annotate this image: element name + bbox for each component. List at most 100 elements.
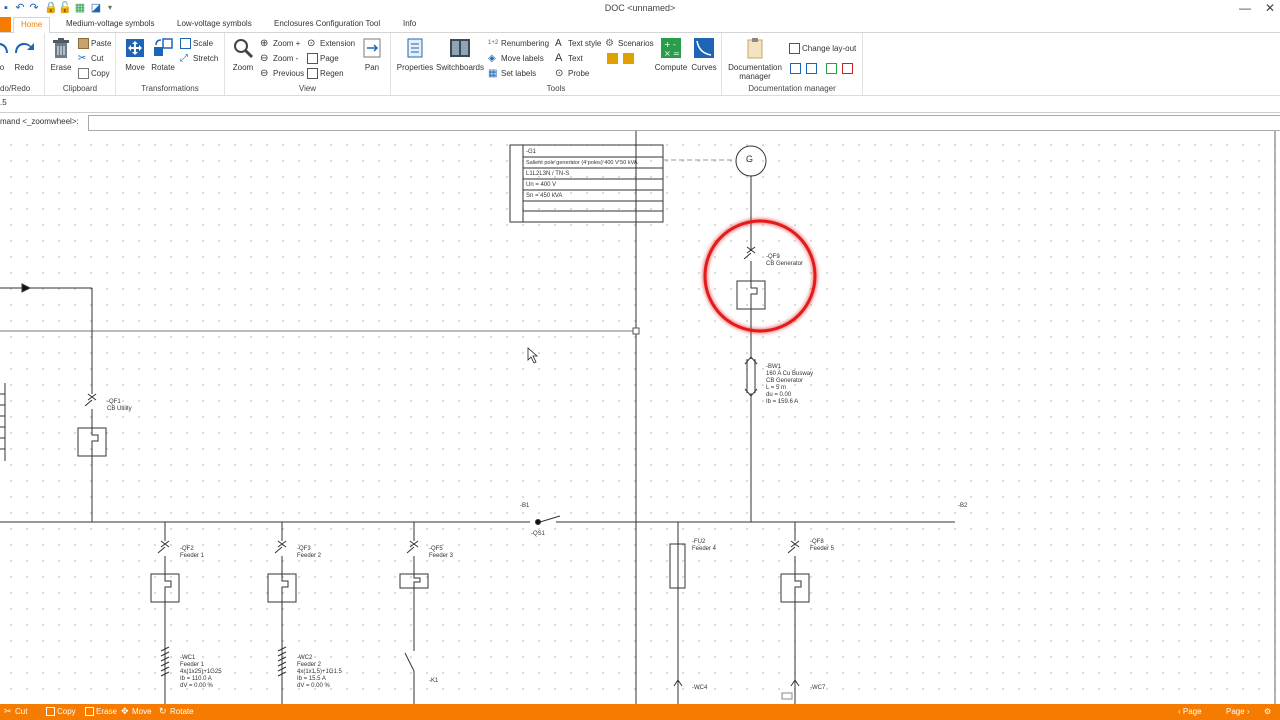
- probe-button[interactable]: ⊙ Probe: [555, 67, 589, 80]
- zoom-button[interactable]: Zoom: [231, 37, 255, 72]
- statusbar-copy-button[interactable]: Copy: [46, 707, 76, 717]
- wc2-line-1: Feeder 2: [297, 662, 322, 668]
- statusbar-move-button[interactable]: ✥ Move: [121, 707, 152, 716]
- text-button[interactable]: A Text: [555, 52, 583, 65]
- tab-enclosures-configuration-tool[interactable]: Enclosures Configuration Tool: [274, 19, 380, 28]
- svg-text:+: +: [664, 40, 671, 49]
- qf2-label: -QF2: [180, 546, 194, 552]
- magnifier-icon: [234, 39, 254, 59]
- minimize-icon[interactable]: —: [1235, 1, 1255, 15]
- rotate-button[interactable]: Rotate: [150, 37, 176, 72]
- copy-icon: [46, 707, 55, 717]
- scenarios-button[interactable]: ⚙ Scenarios: [605, 37, 654, 50]
- extension-button[interactable]: ⊙ Extension: [307, 37, 355, 50]
- regen-icon: [307, 68, 318, 80]
- qs1-switch[interactable]: [539, 515, 561, 523]
- b1-label: -B1: [520, 503, 530, 509]
- doc-add-button[interactable]: [826, 62, 839, 75]
- undo-icon: [0, 43, 8, 53]
- tab-info[interactable]: Info: [403, 19, 416, 28]
- qf8-desc: Feeder 5: [810, 546, 835, 552]
- renumbering-button[interactable]: 1+2 Renumbering: [488, 37, 549, 50]
- g1-type: Salient pole generator (4 poles) 400 V 5…: [526, 160, 638, 166]
- zoom-plus-button[interactable]: ⊕ Zoom +: [260, 37, 300, 50]
- g1-un: Un = 400 V: [526, 182, 557, 188]
- calculator-icon: + -× =: [661, 38, 681, 58]
- stretch-button[interactable]: ⤢ Stretch: [180, 52, 218, 65]
- g1-sn: Sn = 450 kVA: [526, 193, 563, 199]
- pan-button[interactable]: Pan: [361, 37, 383, 72]
- svg-text:=: =: [673, 49, 680, 58]
- move-button[interactable]: Move: [122, 37, 148, 72]
- close-icon[interactable]: ✕: [1260, 1, 1280, 15]
- horizontal-scroll-grip[interactable]: [781, 692, 793, 700]
- text-style-button[interactable]: A Text style: [555, 37, 601, 50]
- change-layout-button[interactable]: Change lay-out: [789, 42, 856, 55]
- file-tab[interactable]: [0, 17, 11, 32]
- copy-button[interactable]: Copy: [78, 67, 110, 80]
- grip-handle[interactable]: [632, 327, 640, 335]
- svg-text:×: ×: [664, 49, 671, 58]
- redo-button[interactable]: Redo: [12, 37, 36, 72]
- move-icon: ✥: [121, 706, 129, 717]
- compute-button[interactable]: + - × = Compute: [653, 37, 689, 72]
- documentation-manager-button[interactable]: Documentation manager: [726, 37, 784, 81]
- zoom-minus-button[interactable]: ⊖ Zoom -: [260, 52, 298, 65]
- stretch-icon: ⤢: [180, 53, 188, 65]
- properties-button[interactable]: Properties: [395, 37, 435, 72]
- statusbar-erase-button[interactable]: Erase: [85, 707, 117, 717]
- chevron-right-icon: ›: [1244, 707, 1250, 716]
- doc-import-button[interactable]: [790, 62, 803, 75]
- zoom-extension-icon: ⊙: [307, 38, 316, 50]
- copy-icon: [78, 68, 89, 80]
- ribbon: o Redo do/Redo Erase Paste ✂ Cut Copy Cli…: [0, 33, 1280, 96]
- undo-button[interactable]: o: [0, 37, 10, 72]
- group-label-documentation-manager: Documentation manager: [748, 84, 836, 93]
- tab-low-voltage-symbols[interactable]: Low-voltage symbols: [177, 19, 252, 28]
- group-view: Zoom ⊕ Zoom + ⊖ Zoom - ⊖ Previous ⊙ Extensio…: [225, 33, 391, 95]
- paste-button[interactable]: Paste: [78, 37, 111, 50]
- settings-icon[interactable]: ⚙: [1264, 707, 1271, 716]
- regen-button[interactable]: Regen: [307, 67, 344, 80]
- bw1-line-4: du = 0.00: [766, 392, 792, 398]
- lock-layers-button[interactable]: [607, 52, 620, 65]
- previous-button[interactable]: ⊖ Previous: [260, 67, 304, 80]
- k1-contactor[interactable]: [404, 652, 415, 672]
- previous-page-button[interactable]: ‹ Page: [1178, 707, 1202, 716]
- wc1-line-4: dV = 0.00 %: [180, 683, 213, 689]
- wc2-line-3: Ib = 15.5 A: [297, 676, 326, 682]
- delete-page-icon: [842, 63, 853, 75]
- statusbar-rotate-button[interactable]: ↻ Rotate: [159, 707, 194, 716]
- qf9-label: -QF9: [766, 254, 780, 260]
- unlock-layers-button[interactable]: [623, 52, 636, 65]
- doc-export-button[interactable]: [806, 62, 819, 75]
- g1-system: L1L2L3N / TN-S: [526, 171, 570, 177]
- bw1-busway[interactable]: [746, 359, 756, 393]
- wc1-line-2: 4x(1x25)+1G25: [180, 669, 222, 675]
- cut-button[interactable]: ✂ Cut: [78, 52, 103, 65]
- next-page-button[interactable]: Page ›: [1226, 707, 1250, 716]
- move-labels-button[interactable]: ◈ Move labels: [488, 52, 544, 65]
- zoom-previous-icon: ⊖: [260, 68, 269, 80]
- tab-medium-voltage-symbols[interactable]: Medium-voltage symbols: [66, 19, 154, 28]
- switchboards-button[interactable]: Switchboards: [435, 37, 485, 72]
- doc-delete-button[interactable]: [842, 62, 855, 75]
- probe-icon: ⊙: [555, 68, 564, 80]
- group-label-undo-redo: do/Redo: [0, 84, 31, 93]
- group-documentation-manager: Documentation manager Change lay-out Doc…: [722, 33, 863, 95]
- curves-button[interactable]: Curves: [689, 37, 719, 72]
- command-input[interactable]: [88, 115, 1280, 131]
- set-labels-button[interactable]: ▦ Set labels: [488, 67, 536, 80]
- layout-icon: [789, 43, 800, 55]
- page-button[interactable]: Page: [307, 52, 339, 65]
- erase-button[interactable]: Erase: [49, 37, 73, 72]
- statusbar-cut-button[interactable]: ✂ Cut: [4, 707, 27, 716]
- status-bar: ✂ Cut Copy Erase ✥ Move ↻ Rotate ‹ Page Pag…: [0, 704, 1280, 720]
- text-style-icon: A: [555, 38, 562, 50]
- trash-icon: [85, 707, 94, 717]
- drawing-canvas[interactable]: -G1 Salient pole generator (4 poles) 400…: [0, 131, 1280, 704]
- b2-label: -B2: [958, 503, 968, 509]
- wc2-line-4: dV = 0.00 %: [297, 683, 330, 689]
- status-line: .5: [0, 98, 7, 107]
- scale-button[interactable]: Scale: [180, 37, 213, 50]
